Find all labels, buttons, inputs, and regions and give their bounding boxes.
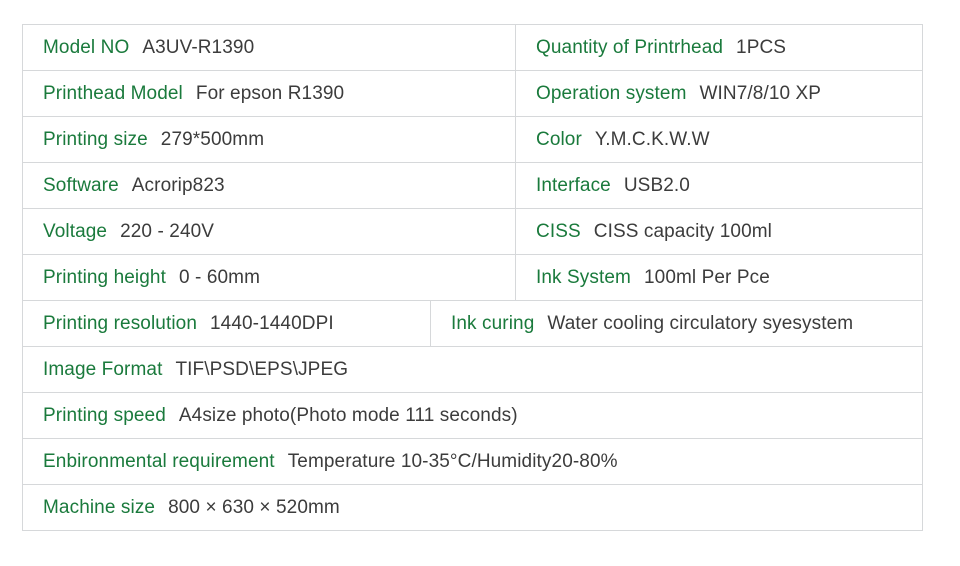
table-row: Software Acrorip823 Interface USB2.0	[23, 163, 922, 209]
spec-value: 1440-1440DPI	[209, 312, 334, 334]
spec-label: Software	[43, 174, 119, 196]
spec-cell: Model NO A3UV-R1390	[23, 25, 516, 70]
spec-label: Voltage	[43, 220, 108, 242]
spec-value: For epson R1390	[195, 82, 345, 104]
spec-value: 1PCS	[736, 36, 787, 58]
spec-label: Machine size	[43, 496, 156, 518]
spec-cell: Color Y.M.C.K.W.W	[516, 117, 922, 162]
table-row: Machine size 800 × 630 × 520mm	[23, 485, 922, 531]
spec-value: 0 - 60mm	[178, 266, 261, 288]
table-row: Model NO A3UV-R1390 Quantity of Printrhead…	[23, 25, 922, 71]
spec-cell: Software Acrorip823	[23, 163, 516, 208]
spec-cell: Image Format TIF\PSD\EPS\JPEG	[23, 347, 922, 392]
spec-cell: Printing speed A4size photo(Photo mode 11…	[23, 393, 922, 438]
spec-cell: Quantity of Printrhead 1PCS	[516, 25, 922, 70]
spec-value: A4size photo(Photo mode 111 seconds)	[178, 404, 518, 426]
spec-cell: Printing height 0 - 60mm	[23, 255, 516, 300]
spec-label: Operation system	[536, 82, 687, 104]
spec-label: Quantity of Printrhead	[536, 36, 724, 58]
spec-label: Image Format	[43, 358, 163, 380]
spec-cell: Operation system WIN7/8/10 XP	[516, 71, 922, 116]
spec-label: Ink curing	[451, 312, 535, 334]
spec-label: CISS	[536, 220, 581, 242]
spec-value: WIN7/8/10 XP	[699, 82, 822, 104]
table-row: Printing resolution 1440-1440DPI Ink curin…	[23, 301, 922, 347]
spec-label: Interface	[536, 174, 611, 196]
specification-table: Model NO A3UV-R1390 Quantity of Printrhead…	[22, 24, 923, 531]
table-row: Printing speed A4size photo(Photo mode 11…	[23, 393, 922, 439]
spec-label: Printing height	[43, 266, 166, 288]
table-row: Voltage 220 - 240V CISS CISS capacity 100ml	[23, 209, 922, 255]
spec-cell: Printing resolution 1440-1440DPI	[23, 301, 431, 346]
spec-cell: Machine size 800 × 630 × 520mm	[23, 485, 922, 530]
spec-cell: CISS CISS capacity 100ml	[516, 209, 922, 254]
spec-value: A3UV-R1390	[142, 36, 255, 58]
spec-value: Water cooling circulatory syesystem	[547, 312, 854, 334]
spec-cell: Voltage 220 - 240V	[23, 209, 516, 254]
spec-cell: Printhead Model For epson R1390	[23, 71, 516, 116]
spec-value: Y.M.C.K.W.W	[594, 128, 710, 150]
spec-label: Printing size	[43, 128, 148, 150]
spec-value: 800 × 630 × 520mm	[168, 496, 340, 518]
spec-value: USB2.0	[623, 174, 690, 196]
spec-cell: Enbironmental requirement Temperature 10-…	[23, 439, 922, 484]
spec-label: Printing resolution	[43, 312, 197, 334]
spec-label: Enbironmental requirement	[43, 450, 275, 472]
spec-label: Ink System	[536, 266, 631, 288]
spec-value: TIF\PSD\EPS\JPEG	[175, 358, 349, 380]
spec-label: Printing speed	[43, 404, 166, 426]
spec-cell: Interface USB2.0	[516, 163, 922, 208]
spec-value: Temperature 10-35°C/Humidity20-80%	[287, 450, 618, 472]
spec-value: Acrorip823	[131, 174, 225, 196]
spec-value: 100ml Per Pce	[643, 266, 770, 288]
table-row: Enbironmental requirement Temperature 10-…	[23, 439, 922, 485]
spec-value: 220 - 240V	[120, 220, 215, 242]
spec-cell: Ink curing Water cooling circulatory syes…	[431, 301, 922, 346]
spec-cell: Ink System 100ml Per Pce	[516, 255, 922, 300]
spec-cell: Printing size 279*500mm	[23, 117, 516, 162]
spec-label: Printhead Model	[43, 82, 183, 104]
spec-label: Color	[536, 128, 582, 150]
spec-value: CISS capacity 100ml	[593, 220, 773, 242]
spec-label: Model NO	[43, 36, 130, 58]
table-row: Printhead Model For epson R1390 Operation …	[23, 71, 922, 117]
table-row: Image Format TIF\PSD\EPS\JPEG	[23, 347, 922, 393]
table-row: Printing size 279*500mm Color Y.M.C.K.W.W	[23, 117, 922, 163]
table-row: Printing height 0 - 60mm Ink System 100ml P…	[23, 255, 922, 301]
spec-value: 279*500mm	[160, 128, 265, 150]
